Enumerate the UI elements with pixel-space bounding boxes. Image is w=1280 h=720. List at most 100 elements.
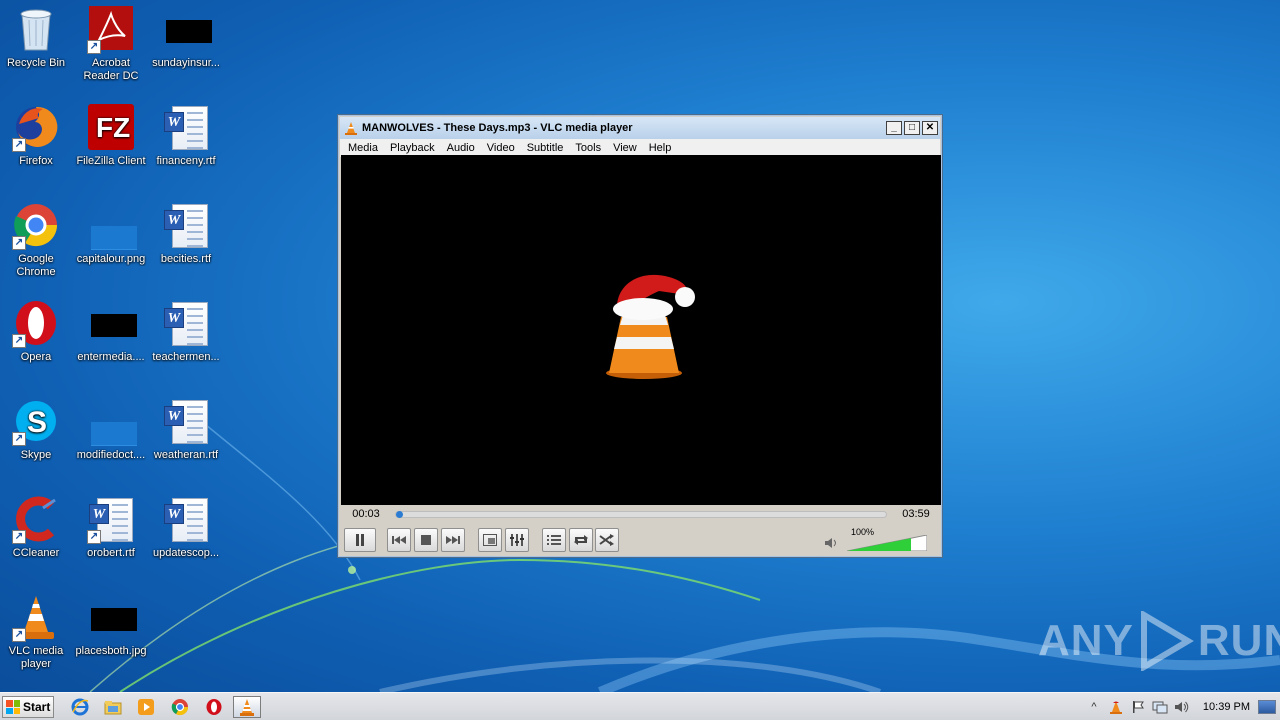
shortcut-arrow-icon: ↗ bbox=[12, 334, 26, 348]
image-thumbnail-icon bbox=[87, 398, 137, 446]
menu-help[interactable]: Help bbox=[643, 142, 678, 154]
word-doc-icon: W bbox=[162, 496, 210, 544]
desktop-icon[interactable]: Wbecities.rtf bbox=[148, 202, 224, 266]
menu-subtitle[interactable]: Subtitle bbox=[521, 142, 570, 154]
desktop-icon[interactable]: Wfinanceny.rtf bbox=[148, 104, 224, 168]
desktop-icon[interactable]: ↗ CCleaner bbox=[0, 496, 74, 560]
desktop-icon[interactable]: ↗ Acrobat Reader DC bbox=[73, 6, 149, 83]
minimize-button[interactable]: _ bbox=[886, 121, 902, 135]
maximize-button[interactable]: □ bbox=[904, 121, 920, 135]
menu-media[interactable]: Media bbox=[342, 142, 384, 154]
desktop-icon[interactable]: ↗ Google Chrome bbox=[0, 202, 74, 279]
pause-icon bbox=[356, 534, 364, 546]
desktop-icon-label: Google Chrome bbox=[16, 253, 56, 278]
show-desktop-button[interactable] bbox=[1258, 700, 1276, 714]
menu-playback[interactable]: Playback bbox=[384, 142, 441, 154]
chrome-icon: ↗ bbox=[12, 202, 60, 250]
network-icon[interactable] bbox=[1149, 696, 1171, 718]
vlc-taskbar-button[interactable] bbox=[233, 696, 261, 718]
action-center-flag-icon[interactable] bbox=[1127, 696, 1149, 718]
desktop-icon[interactable]: W ↗ orobert.rtf bbox=[73, 496, 149, 560]
desktop-icon[interactable]: placesboth.jpg bbox=[73, 594, 149, 658]
shortcut-arrow-icon: ↗ bbox=[12, 628, 26, 642]
image-thumbnail-icon bbox=[87, 300, 137, 348]
show-hidden-icons-icon[interactable]: ^ bbox=[1083, 696, 1105, 718]
desktop-icon-label: Recycle Bin bbox=[6, 57, 66, 69]
shuffle-icon bbox=[599, 534, 614, 546]
menu-view[interactable]: View bbox=[607, 142, 643, 154]
image-thumbnail-icon bbox=[87, 594, 137, 642]
desktop-icon-label: Opera bbox=[20, 351, 52, 363]
seek-slider[interactable] bbox=[395, 510, 887, 518]
window-title: MANWOLVES - These Days.mp3 - VLC media p… bbox=[362, 122, 633, 134]
vlc-christmas-cone-icon bbox=[606, 274, 695, 379]
desktop-icon[interactable]: ↗ Firefox bbox=[0, 104, 74, 168]
volume-slider[interactable] bbox=[847, 535, 927, 551]
desktop-icon[interactable]: modifiedoct.... bbox=[73, 398, 149, 462]
control-bar: 100% bbox=[341, 525, 941, 555]
loop-button[interactable] bbox=[569, 528, 593, 552]
playlist-button[interactable] bbox=[542, 528, 566, 552]
menu-video[interactable]: Video bbox=[481, 142, 521, 154]
internet-explorer-icon[interactable] bbox=[66, 696, 94, 718]
desktop-icon[interactable]: Wweatheran.rtf bbox=[148, 398, 224, 462]
desktop-icon[interactable]: capitalour.png bbox=[73, 202, 149, 266]
desktop-icon[interactable]: FZ FileZilla Client bbox=[73, 104, 149, 168]
filezilla-icon: FZ bbox=[87, 104, 135, 152]
pause-button[interactable] bbox=[344, 528, 376, 552]
desktop-icon[interactable]: Recycle Bin bbox=[0, 6, 74, 70]
next-button[interactable] bbox=[441, 528, 465, 552]
stop-button[interactable] bbox=[414, 528, 438, 552]
start-button[interactable]: Start bbox=[2, 696, 54, 718]
desktop-icon-label: weatheran.rtf bbox=[153, 449, 219, 461]
shortcut-arrow-icon: ↗ bbox=[12, 530, 26, 544]
vlc-tray-icon[interactable] bbox=[1105, 696, 1127, 718]
fullscreen-button[interactable] bbox=[478, 528, 502, 552]
desktop-icon-label: FileZilla Client bbox=[76, 155, 146, 167]
loop-icon bbox=[574, 535, 588, 545]
volume-tray-icon[interactable] bbox=[1171, 696, 1193, 718]
taskbar: Start ^ 10:39 PM bbox=[0, 692, 1280, 720]
desktop-icon[interactable]: ↗ VLC media player bbox=[0, 594, 74, 671]
desktop-icon[interactable]: ↗ Opera bbox=[0, 300, 74, 364]
word-doc-icon: W bbox=[162, 398, 210, 446]
word-doc-icon: W bbox=[162, 104, 210, 152]
volume-control[interactable]: 100% bbox=[825, 527, 941, 553]
desktop-icon[interactable]: Wupdatescop... bbox=[148, 496, 224, 560]
desktop-icon-label: entermedia.... bbox=[77, 351, 145, 363]
menu-tools[interactable]: Tools bbox=[569, 142, 607, 154]
desktop-icon[interactable]: Wteachermen... bbox=[148, 300, 224, 364]
desktop-icon-label: orobert.rtf bbox=[87, 547, 135, 559]
shortcut-arrow-icon: ↗ bbox=[87, 530, 101, 544]
extended-settings-button[interactable] bbox=[505, 528, 529, 552]
desktop-icon-label: placesboth.jpg bbox=[75, 645, 147, 657]
desktop-icon-label: capitalour.png bbox=[76, 253, 146, 265]
skype-icon: S ↗ bbox=[12, 398, 60, 446]
anyrun-watermark: ANY RUN bbox=[1038, 610, 1280, 672]
media-player-icon[interactable] bbox=[132, 696, 160, 718]
vlc-window[interactable]: MANWOLVES - These Days.mp3 - VLC media p… bbox=[337, 114, 943, 558]
desktop-icon[interactable]: entermedia.... bbox=[73, 300, 149, 364]
word-doc-icon: W bbox=[162, 202, 210, 250]
opera-icon[interactable] bbox=[200, 696, 228, 718]
desktop-icon[interactable]: sundayinsur... bbox=[148, 6, 224, 70]
seek-row: 00:03 03:59 bbox=[341, 505, 941, 523]
vlc-cone-icon bbox=[344, 121, 358, 135]
playlist-icon bbox=[547, 535, 561, 545]
close-button[interactable]: ✕ bbox=[922, 121, 938, 135]
desktop-icon-label: sundayinsur... bbox=[152, 57, 220, 69]
previous-button[interactable] bbox=[387, 528, 411, 552]
shuffle-button[interactable] bbox=[595, 528, 619, 552]
menu-audio[interactable]: Audio bbox=[441, 142, 481, 154]
speaker-icon[interactable] bbox=[825, 537, 839, 551]
clock[interactable]: 10:39 PM bbox=[1193, 701, 1258, 713]
shortcut-arrow-icon: ↗ bbox=[12, 236, 26, 250]
explorer-icon[interactable] bbox=[99, 696, 127, 718]
ccleaner-icon: ↗ bbox=[12, 496, 60, 544]
video-area[interactable] bbox=[341, 155, 941, 505]
extended-settings-icon bbox=[510, 534, 524, 546]
desktop-icon[interactable]: S ↗ Skype bbox=[0, 398, 74, 462]
previous-icon bbox=[392, 536, 406, 544]
vlc-titlebar[interactable]: MANWOLVES - These Days.mp3 - VLC media p… bbox=[340, 117, 940, 139]
chrome-icon[interactable] bbox=[166, 696, 194, 718]
